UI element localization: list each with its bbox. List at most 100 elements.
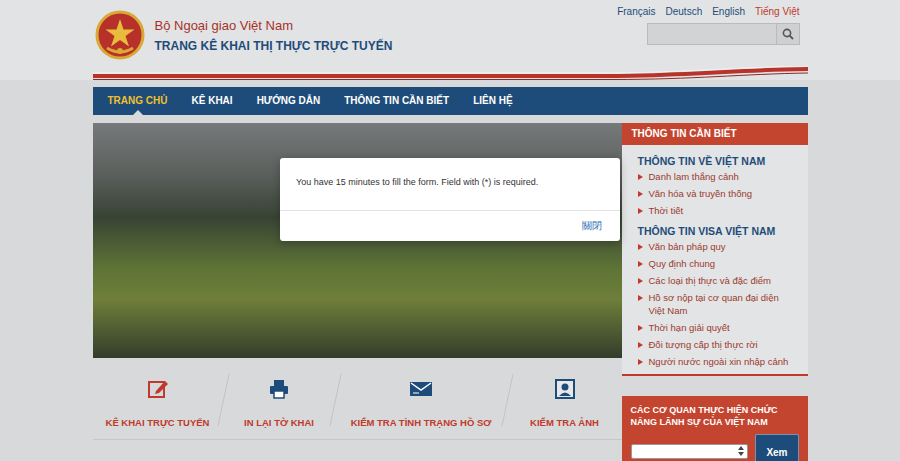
dialog-body: You have 15 minutes to fill the form. Fi… [280, 158, 620, 210]
section-title[interactable]: THÔNG TIN VỀ VIỆT NAM [638, 155, 792, 168]
view-button[interactable]: Xem [755, 434, 798, 461]
notice-dialog: You have 15 minutes to fill the form. Fi… [280, 158, 620, 241]
sidebar-title: THÔNG TIN CẦN BIẾT [632, 128, 737, 140]
quick-link[interactable]: IN LẠI TỜ KHAI [224, 358, 335, 439]
separator [501, 374, 513, 426]
language-list: Français Deutsch English Tiếng Việt [617, 6, 799, 18]
header-swoosh [93, 66, 808, 80]
search-box [647, 23, 800, 45]
language-link[interactable]: Tiếng Việt [755, 6, 799, 18]
quick-link-cell: KIỂM TRA TÌNH TRẠNG HỒ SƠ [335, 358, 507, 439]
bullet-icon [638, 321, 643, 334]
printer-icon [267, 378, 291, 400]
main-nav: TRANG CHỦ KÊ KHAI HƯỚNG DẪN THÔNG TIN CẦN B… [93, 87, 808, 115]
sidebar-link: Người nước ngoài xin nhập cảnh [649, 355, 789, 368]
sidebar-link: Quy định chung [649, 257, 716, 270]
nav-item[interactable]: THÔNG TIN CẦN BIẾT [332, 87, 461, 115]
nav-item[interactable]: KÊ KHAI [180, 87, 245, 115]
bullet-icon [638, 204, 643, 217]
active-indicator [133, 110, 143, 115]
sidebar-item[interactable]: Người nước ngoài xin nhập cảnh [638, 353, 792, 370]
section-title[interactable]: THÔNG TIN VISA VIỆT NAM [638, 225, 792, 238]
envelope-icon [409, 378, 433, 400]
bullet-icon [638, 291, 643, 304]
quick-links: KÊ KHAI TRỰC TUYẾN IN LẠI TỜ KHAI KIỂM TRA… [93, 358, 622, 440]
site-title: TRANG KÊ KHAI THỊ THỰC TRỰC TUYẾN [155, 39, 393, 53]
bullet-icon [638, 355, 643, 368]
ministry-name: Bộ Ngoại giao Việt Nam [155, 18, 393, 33]
header-band: Bộ Ngoại giao Việt Nam TRANG KÊ KHAI THỊ … [0, 0, 900, 80]
nav-item[interactable]: LIÊN HỆ [461, 87, 524, 115]
sidebar-item[interactable]: Danh lam thắng cảnh [638, 168, 792, 185]
sidebar-link: Hồ sơ nộp tại cơ quan đại diện Việt Nam [649, 291, 792, 317]
search-input[interactable] [647, 23, 777, 45]
right-column: THÔNG TIN CẦN BIẾT THÔNG TIN VỀ VIỆT NAM D… [622, 123, 808, 461]
bullet-icon [638, 274, 643, 287]
quick-link-label: KIỂM TRA TÌNH TRẠNG HỒ SƠ [349, 417, 494, 429]
quick-link-cell: KIỂM TRA ẢNH [507, 358, 622, 439]
bullet-icon [638, 338, 643, 351]
nav-label: THÔNG TIN CẦN BIẾT [344, 95, 449, 107]
quick-link[interactable]: KIỂM TRA TÌNH TRẠNG HỒ SƠ [336, 358, 507, 439]
quick-link[interactable]: KÊ KHAI TRỰC TUYẾN [93, 358, 223, 439]
consulate-select[interactable] [631, 444, 749, 459]
magnifier-icon [782, 28, 794, 40]
sidebar-item[interactable]: Hồ sơ nộp tại cơ quan đại diện Việt Nam [638, 289, 792, 319]
header: Bộ Ngoại giao Việt Nam TRANG KÊ KHAI THỊ … [93, 0, 808, 66]
sidebar-item[interactable]: Văn bản pháp quy [638, 238, 792, 255]
sidebar-item[interactable]: Đối tượng cấp thị thực rời [638, 336, 792, 353]
sidebar: THÔNG TIN CẦN BIẾT THÔNG TIN VỀ VIỆT NAM D… [622, 123, 808, 376]
close-button[interactable]: 關閉 [582, 219, 602, 233]
sidebar-link: Các loại thị thực và đặc điểm [649, 274, 772, 287]
quick-link-cell: IN LẠI TỜ KHAI [223, 358, 335, 439]
header-tools: Français Deutsch English Tiếng Việt [617, 0, 807, 66]
nav-item[interactable]: HƯỚNG DẪN [245, 87, 333, 115]
search-button[interactable] [777, 23, 800, 45]
dialog-footer: 關閉 [280, 210, 620, 241]
consulate-box: CÁC CƠ QUAN THỰC HIỆN CHỨC NĂNG LÃNH SỰ … [622, 396, 808, 461]
quick-link-cell: KÊ KHAI TRỰC TUYẾN [93, 358, 223, 439]
sidebar-link: Đối tượng cấp thị thực rời [649, 338, 758, 351]
separator [329, 374, 341, 426]
nav-item[interactable]: TRANG CHỦ [96, 87, 180, 115]
language-link[interactable]: English [712, 6, 745, 18]
sidebar-item[interactable]: Các loại thị thực và đặc điểm [638, 272, 792, 289]
quick-link[interactable]: KIỂM TRA ẢNH [508, 358, 622, 439]
emblem-icon [95, 10, 145, 60]
sidebar-link: Văn hóa và truyền thống [649, 187, 753, 200]
language-link[interactable]: Français [617, 6, 655, 18]
view-button-label: Xem [766, 447, 787, 458]
bullet-icon [638, 240, 643, 253]
dialog-message: You have 15 minutes to fill the form. Fi… [296, 175, 604, 189]
nav-label: TRANG CHỦ [108, 95, 168, 107]
sidebar-link: Văn bản pháp quy [649, 240, 726, 253]
consulate-row: Xem [631, 434, 799, 461]
edit-icon [146, 378, 170, 400]
sidebar-item[interactable]: Thời hạn giải quyết [638, 319, 792, 336]
nav-label: KÊ KHAI [192, 95, 233, 107]
sidebar-item[interactable]: Thời tiết [638, 202, 792, 219]
quick-link-label: KÊ KHAI TRỰC TUYẾN [104, 417, 212, 429]
nav-label: HƯỚNG DẪN [257, 95, 321, 107]
brand[interactable]: Bộ Ngoại giao Việt Nam TRANG KÊ KHAI THỊ … [93, 0, 393, 66]
separator [217, 374, 229, 426]
sidebar-header: THÔNG TIN CẦN BIẾT [622, 123, 808, 145]
sidebar-item[interactable]: Quy định chung [638, 255, 792, 272]
sidebar-item[interactable]: Văn hóa và truyền thống [638, 185, 792, 202]
sidebar-link: Danh lam thắng cảnh [649, 170, 739, 183]
sidebar-section: THÔNG TIN VISA VIỆT NAM Văn bản pháp quy Q… [638, 225, 792, 370]
bullet-icon [638, 257, 643, 270]
sidebar-section: THÔNG TIN VỀ VIỆT NAM Danh lam thắng cảnh… [638, 155, 792, 219]
quick-link-label: KIỂM TRA ẢNH [528, 417, 601, 429]
consulate-title: CÁC CƠ QUAN THỰC HIỆN CHỨC NĂNG LÃNH SỰ … [631, 404, 799, 428]
language-link[interactable]: Deutsch [666, 6, 703, 18]
sidebar-link: Thời tiết [649, 204, 684, 217]
bullet-icon [638, 170, 643, 183]
sidebar-link: Thời hạn giải quyết [649, 321, 730, 334]
portrait-icon [553, 378, 577, 400]
bullet-icon [638, 187, 643, 200]
quick-link-label: IN LẠI TỜ KHAI [242, 417, 316, 429]
sidebar-body: THÔNG TIN VỀ VIỆT NAM Danh lam thắng cảnh… [622, 145, 808, 374]
nav-label: LIÊN HỆ [473, 95, 512, 107]
dropdown-arrow-icon [738, 446, 744, 456]
